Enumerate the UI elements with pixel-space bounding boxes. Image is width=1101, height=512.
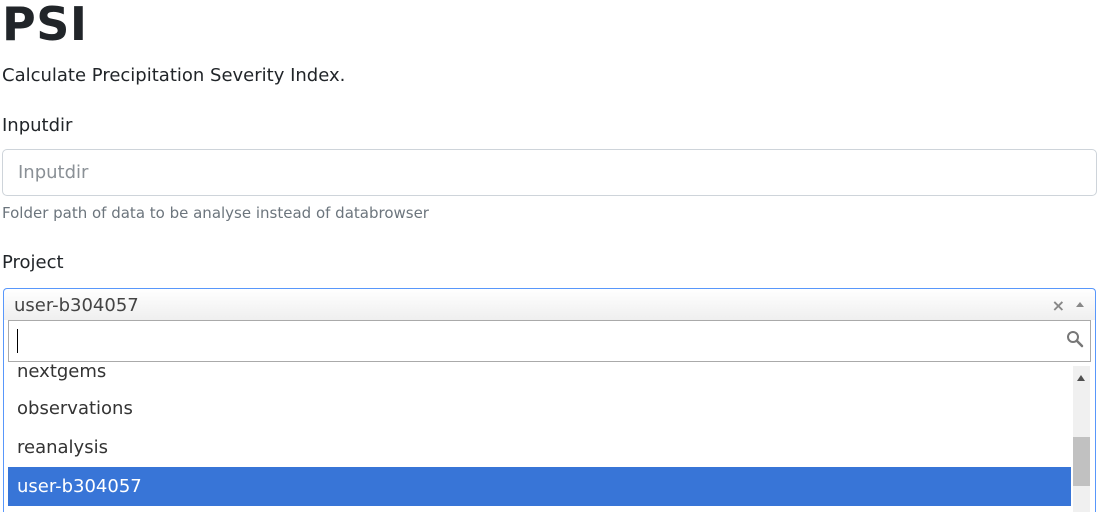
option-observations[interactable]: observations	[8, 389, 1071, 428]
option-reanalysis[interactable]: reanalysis	[8, 428, 1071, 467]
project-select[interactable]: user-b304057 ×	[3, 288, 1096, 322]
project-options-list: nextgems observations reanalysis user-b3…	[8, 362, 1071, 512]
project-search-box[interactable]	[8, 320, 1091, 362]
clear-icon[interactable]: ×	[1052, 297, 1065, 315]
page-title: PSI	[2, 0, 88, 51]
options-scrollbar[interactable]	[1073, 366, 1090, 512]
project-selected-value: user-b304057	[14, 295, 139, 316]
page-description: Calculate Precipitation Severity Index.	[2, 65, 346, 86]
plugin-form-page: PSI Calculate Precipitation Severity Ind…	[0, 0, 1101, 512]
chevron-up-icon[interactable]	[1076, 302, 1084, 307]
inputdir-help-text: Folder path of data to be analyse instea…	[2, 204, 429, 222]
scroll-thumb[interactable]	[1073, 437, 1090, 486]
inputdir-input[interactable]	[2, 149, 1097, 196]
search-icon	[1067, 331, 1084, 348]
project-search-input[interactable]	[15, 327, 1049, 357]
scroll-up-arrow-icon[interactable]	[1077, 375, 1085, 381]
project-dropdown: nextgems observations reanalysis user-b3…	[3, 320, 1096, 512]
option-user-b304057[interactable]: user-b304057	[8, 467, 1071, 506]
inputdir-label: Inputdir	[2, 115, 73, 136]
project-label: Project	[2, 252, 64, 273]
option-nextgems[interactable]: nextgems	[8, 362, 1071, 391]
